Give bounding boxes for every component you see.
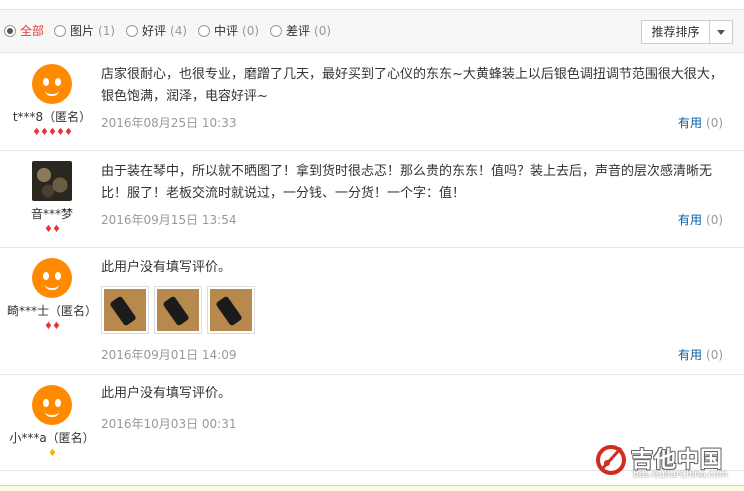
filter-all[interactable]: 全部	[4, 22, 44, 39]
useful-button[interactable]: 有用 (0)	[678, 211, 723, 228]
watermark-url: bbs.GuitarChina.com	[633, 470, 728, 480]
review-text: 由于装在琴中，所以就不晒图了！拿到货时很忐忑！那么贵的东东！值吗？装上去后，声音…	[101, 164, 713, 201]
radio-icon[interactable]	[54, 24, 66, 37]
guitarchina-watermark: 吉他中国 bbs.GuitarChina.com	[591, 438, 736, 484]
review-date: 2016年10月03日 00:31	[101, 417, 237, 431]
sort-dropdown[interactable]: 推荐排序	[641, 20, 733, 44]
filter-neutral[interactable]: 中评 (0)	[198, 22, 259, 39]
review-date: 2016年08月25日 10:33	[101, 116, 237, 130]
useful-count: (0)	[706, 116, 724, 130]
review-image-thumbnail[interactable]	[154, 286, 202, 334]
review-image-thumbnail[interactable]	[207, 286, 255, 334]
filter-positive[interactable]: 好评 (4)	[126, 22, 187, 39]
level-gems-icon: ♦♦	[44, 321, 61, 332]
radio-icon[interactable]	[4, 24, 16, 37]
sort-toggle[interactable]	[710, 21, 732, 43]
review-text: 此用户没有填写评价。	[101, 386, 232, 401]
useful-count: (0)	[706, 213, 724, 227]
reviewer-name: 音***梦	[30, 207, 73, 221]
radio-icon[interactable]	[198, 24, 210, 37]
review-text: 此用户没有填写评价。	[101, 260, 232, 275]
reviewer: 畸***士（匿名） ♦♦	[0, 258, 104, 332]
radio-icon[interactable]	[270, 24, 282, 37]
avatar[interactable]	[32, 385, 72, 425]
level-gems-icon: ♦♦♦♦♦	[32, 127, 73, 138]
avatar[interactable]	[32, 161, 72, 201]
avatar[interactable]	[32, 258, 72, 298]
useful-count: (0)	[706, 348, 724, 362]
sort-label: 推荐排序	[642, 21, 710, 43]
filter-negative[interactable]: 差评 (0)	[270, 22, 331, 39]
level-gems-icon: ♦♦	[44, 224, 61, 235]
reviewer-name: 畸***士（匿名）	[6, 304, 97, 318]
useful-label: 有用	[678, 348, 703, 362]
review-filter-bar: 全部 图片 (1) 好评 (4) 中评 (0) 差评 (0) 推荐排序	[0, 9, 744, 53]
review-image-thumbnail[interactable]	[101, 286, 149, 334]
useful-label: 有用	[678, 116, 703, 130]
useful-label: 有用	[678, 213, 703, 227]
level-gems-icon: ♦	[48, 448, 57, 459]
review-item: t***8（匿名） ♦♦♦♦♦ 店家很耐心，也很专业，磨蹭了几天，最好买到了心仪…	[0, 54, 744, 151]
review-date: 2016年09月15日 13:54	[101, 213, 237, 227]
guitar-logo-icon	[596, 445, 626, 475]
reviewer-name: t***8（匿名）	[12, 110, 92, 124]
caret-down-icon	[717, 29, 725, 35]
review-item: 畸***士（匿名） ♦♦ 此用户没有填写评价。 2016年09月01日 14:0…	[0, 248, 744, 375]
useful-button[interactable]: 有用 (0)	[678, 114, 723, 131]
radio-icon[interactable]	[126, 24, 138, 37]
reviewer: 小***a（匿名） ♦	[0, 385, 104, 459]
review-images	[101, 286, 255, 334]
reviewer-name: 小***a（匿名）	[9, 431, 95, 445]
filter-images[interactable]: 图片 (1)	[54, 22, 115, 39]
bottom-notice-strip	[0, 485, 744, 491]
useful-button[interactable]: 有用 (0)	[678, 346, 723, 363]
review-text: 店家很耐心，也很专业，磨蹭了几天，最好买到了心仪的东东~大黄蜂装上以后银色调扭调…	[101, 67, 723, 104]
avatar[interactable]	[32, 64, 72, 104]
review-date: 2016年09月01日 14:09	[101, 348, 237, 362]
review-item: 音***梦 ♦♦ 由于装在琴中，所以就不晒图了！拿到货时很忐忑！那么贵的东东！值…	[0, 151, 744, 248]
reviewer: t***8（匿名） ♦♦♦♦♦	[0, 64, 104, 138]
reviewer: 音***梦 ♦♦	[0, 161, 104, 235]
